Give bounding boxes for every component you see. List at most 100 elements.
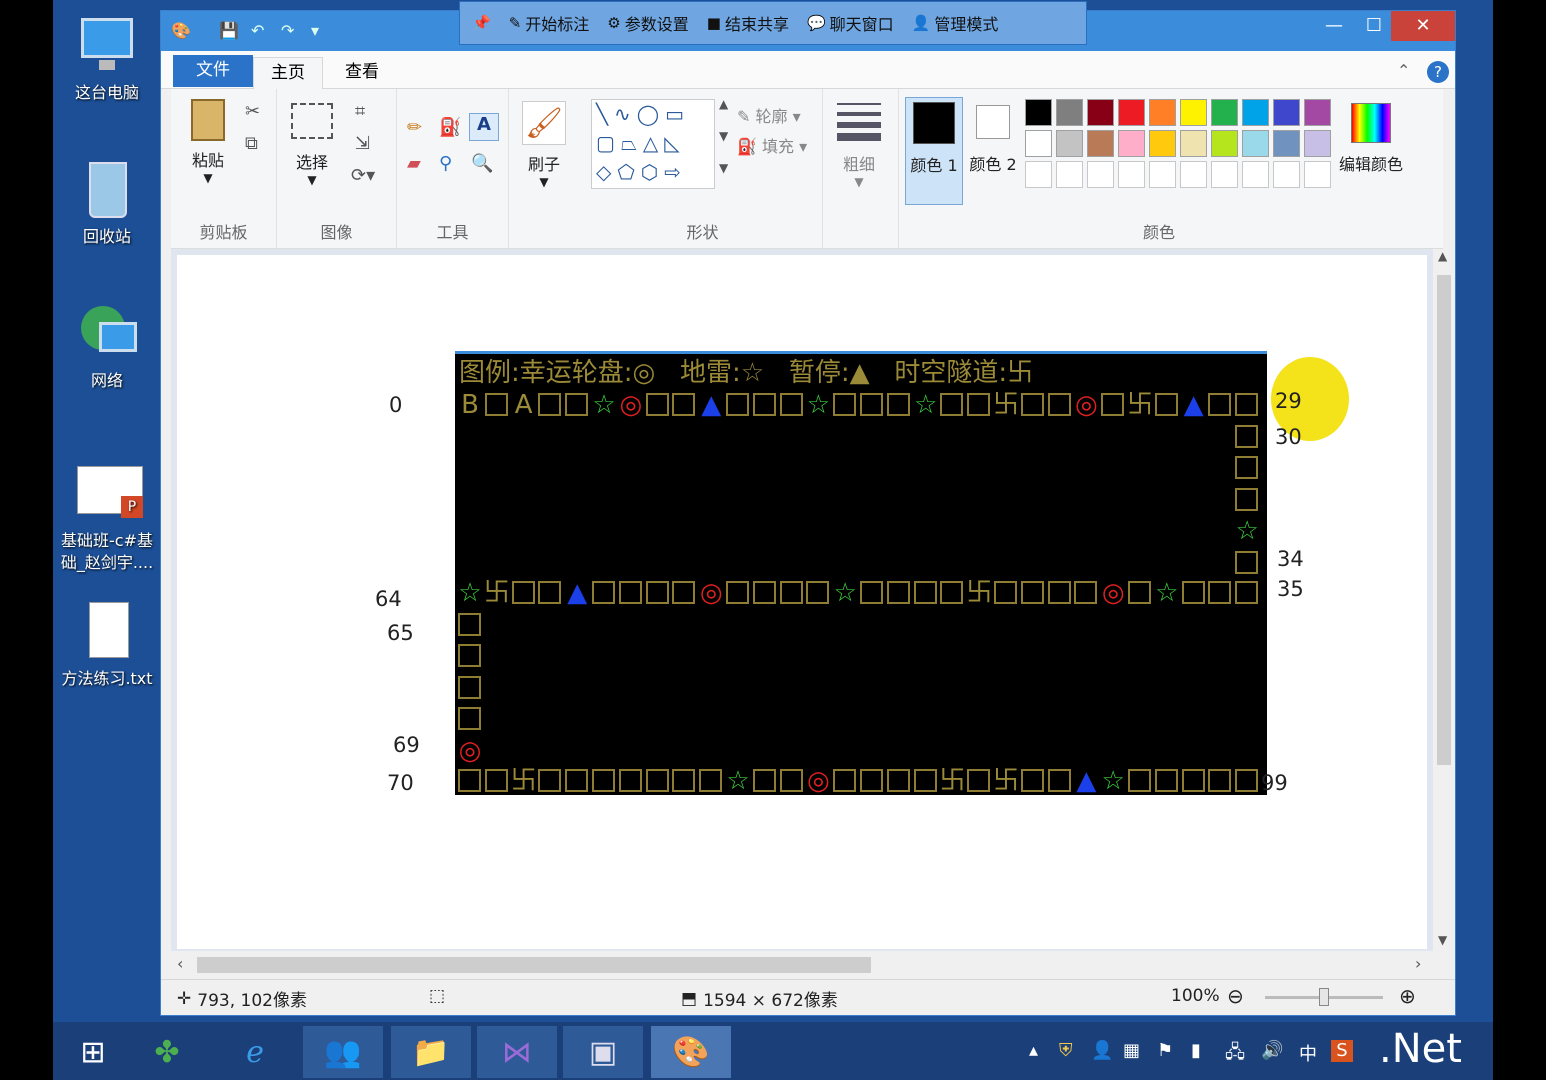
- taskbar-app-users[interactable]: 👥: [303, 1026, 383, 1078]
- crop-icon[interactable]: ⌗: [355, 101, 365, 122]
- magnifier-icon[interactable]: 🔍: [471, 153, 493, 174]
- desktop-icon-network[interactable]: 网络: [57, 302, 157, 392]
- color-swatch[interactable]: [1273, 161, 1300, 188]
- quick-access-dropdown-icon[interactable]: ▾: [311, 21, 333, 41]
- color-swatch[interactable]: [1273, 99, 1300, 126]
- admin-mode-button[interactable]: 👤 管理模式: [912, 11, 999, 35]
- desktop-icon-this-pc[interactable]: 这台电脑: [57, 14, 157, 104]
- color-picker-icon[interactable]: ⚲: [439, 153, 452, 174]
- select-button[interactable]: 选择 ▼: [287, 103, 337, 187]
- color-swatch[interactable]: [1025, 99, 1052, 126]
- cut-icon[interactable]: ✂: [245, 101, 260, 122]
- start-button[interactable]: ⊞: [53, 1026, 133, 1078]
- desktop-icon-text-file[interactable]: 方法练习.txt: [57, 600, 157, 690]
- tray-user-icon[interactable]: 👤: [1091, 1040, 1113, 1061]
- resize-icon[interactable]: ⇲: [355, 133, 370, 154]
- vertical-scrollbar[interactable]: ▲ ▼: [1433, 249, 1455, 951]
- volume-icon[interactable]: 🔊: [1261, 1040, 1283, 1061]
- scroll-up-arrow-icon[interactable]: ▲: [1438, 249, 1447, 263]
- scroll-up-icon[interactable]: ▲: [719, 97, 728, 111]
- color-swatch[interactable]: [1087, 99, 1114, 126]
- drawing-canvas[interactable]: 图例:幸运轮盘:◎ 地雷:☆ 暂停:▲ 时空隧道:卐 B A ☆ ◎ ▲ ☆ ☆ 卐 ◎ 卐 ▲ ☆ ☆…: [177, 255, 1427, 949]
- rotate-icon[interactable]: ⟳▾: [351, 165, 375, 186]
- copy-icon[interactable]: ⧉: [245, 133, 258, 154]
- color-swatch[interactable]: [1149, 161, 1176, 188]
- color-swatch[interactable]: [1273, 130, 1300, 157]
- pin-button[interactable]: 📌: [472, 14, 491, 32]
- paint-app-icon[interactable]: 🎨: [171, 21, 193, 41]
- size-button[interactable]: 粗细 ▼: [833, 103, 885, 189]
- text-tool-icon[interactable]: A: [469, 113, 499, 141]
- color-swatch[interactable]: [1118, 130, 1145, 157]
- desktop-icon-ppt-file[interactable]: P 基础班-c#基础_赵剑宇....: [57, 462, 157, 574]
- shield-icon[interactable]: ⛨: [1059, 1040, 1073, 1061]
- taskbar-app-window[interactable]: ▣: [563, 1026, 643, 1078]
- undo-icon[interactable]: ↶: [251, 21, 273, 41]
- fill-bucket-icon[interactable]: ⛽: [439, 117, 461, 138]
- shapes-gallery[interactable]: ╲∿◯▭ ▢⏢△◺ ◇⬠⬡⇨: [591, 99, 715, 189]
- color-swatch[interactable]: [1304, 161, 1331, 188]
- tab-view[interactable]: 查看: [327, 57, 397, 89]
- taskbar-app-ie[interactable]: ℯ: [215, 1026, 295, 1078]
- start-annotate-button[interactable]: ✎ 开始标注: [509, 11, 590, 35]
- outline-button[interactable]: ✎ 轮廓 ▾: [737, 103, 801, 127]
- tray-battery-icon[interactable]: ▮: [1191, 1040, 1201, 1061]
- zoom-slider-thumb[interactable]: [1319, 988, 1329, 1006]
- save-icon[interactable]: 💾: [219, 21, 241, 41]
- color-swatch[interactable]: [1025, 161, 1052, 188]
- vertical-scroll-thumb[interactable]: [1437, 275, 1451, 765]
- horizontal-scroll-thumb[interactable]: [197, 957, 871, 973]
- tab-file[interactable]: 文件: [173, 55, 253, 87]
- color-swatch[interactable]: [1087, 130, 1114, 157]
- redo-icon[interactable]: ↷: [281, 21, 303, 41]
- help-icon[interactable]: ?: [1427, 61, 1449, 83]
- more-shapes-icon[interactable]: ▼: [719, 161, 728, 175]
- tray-flag-icon[interactable]: ⚑: [1157, 1040, 1173, 1061]
- collapse-ribbon-icon[interactable]: ⌃: [1397, 61, 1410, 80]
- network-status-icon[interactable]: 🖧: [1225, 1040, 1245, 1070]
- color-swatch[interactable]: [1242, 130, 1269, 157]
- close-button[interactable]: ✕: [1391, 11, 1455, 41]
- color-swatch[interactable]: [1056, 161, 1083, 188]
- parameter-settings-button[interactable]: ⚙ 参数设置: [607, 11, 688, 35]
- color-swatch[interactable]: [1180, 161, 1207, 188]
- color-swatch[interactable]: [1025, 130, 1052, 157]
- color2-button[interactable]: 颜色 2: [965, 97, 1021, 175]
- color-swatch[interactable]: [1180, 99, 1207, 126]
- color-swatch[interactable]: [1118, 99, 1145, 126]
- scroll-left-arrow-icon[interactable]: ‹: [177, 954, 183, 973]
- eraser-icon[interactable]: ▰: [407, 153, 421, 174]
- color-swatch[interactable]: [1242, 99, 1269, 126]
- color-swatch[interactable]: [1211, 130, 1238, 157]
- tray-grid-icon[interactable]: ▦: [1123, 1040, 1140, 1061]
- horizontal-scrollbar[interactable]: ‹ ›: [171, 951, 1433, 977]
- color-swatch[interactable]: [1149, 99, 1176, 126]
- color1-button[interactable]: 颜色 1: [905, 97, 963, 205]
- fill-button[interactable]: ⛽ 填充 ▾: [737, 133, 807, 157]
- color-swatch[interactable]: [1149, 130, 1176, 157]
- color-swatch[interactable]: [1118, 161, 1145, 188]
- tab-home[interactable]: 主页: [253, 57, 323, 89]
- desktop-icon-recycle-bin[interactable]: 回收站: [57, 158, 157, 248]
- end-share-button[interactable]: ■ 结束共享: [707, 11, 789, 35]
- input-method-indicator[interactable]: 中: [1299, 1040, 1317, 1066]
- color-swatch[interactable]: [1087, 161, 1114, 188]
- brushes-button[interactable]: 🖌 刷子 ▼: [519, 101, 569, 189]
- sogou-ime-icon[interactable]: S: [1331, 1040, 1353, 1062]
- pencil-icon[interactable]: ✏: [407, 117, 422, 138]
- taskbar-app-visual-studio[interactable]: ⋈: [477, 1026, 557, 1078]
- taskbar-app-folder[interactable]: 📁: [391, 1026, 471, 1078]
- paste-button[interactable]: 粘贴 ▼: [185, 99, 231, 185]
- color-swatch[interactable]: [1211, 99, 1238, 126]
- scroll-down-arrow-icon[interactable]: ▼: [1438, 933, 1447, 947]
- tray-expand-icon[interactable]: ▴: [1029, 1040, 1038, 1061]
- edit-colors-button[interactable]: 编辑颜色: [1335, 103, 1407, 175]
- color-swatch[interactable]: [1304, 99, 1331, 126]
- zoom-out-icon[interactable]: ⊖: [1227, 984, 1244, 1008]
- zoom-slider[interactable]: [1265, 988, 1383, 1006]
- color-swatch[interactable]: [1180, 130, 1207, 157]
- chat-window-button[interactable]: 💬 聊天窗口: [807, 11, 894, 35]
- color-swatch[interactable]: [1304, 130, 1331, 157]
- color-swatch[interactable]: [1242, 161, 1269, 188]
- taskbar-app-paint[interactable]: 🎨: [651, 1026, 731, 1078]
